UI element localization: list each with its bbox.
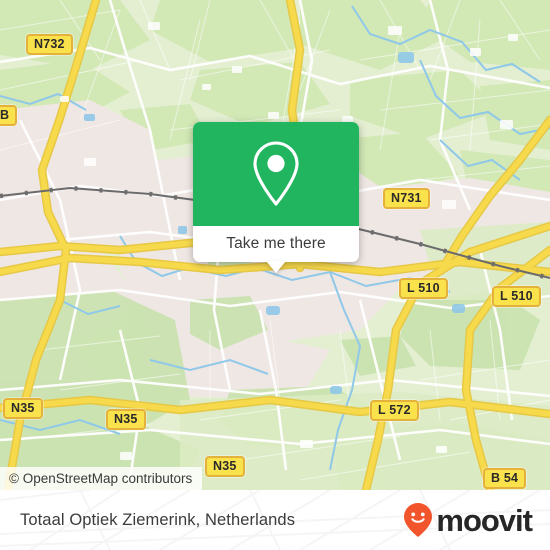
map-pin-icon xyxy=(253,141,299,206)
road-shield: B xyxy=(0,105,18,126)
map-attribution: © OpenStreetMap contributors xyxy=(0,467,203,490)
road-shield: B 54 xyxy=(483,468,527,489)
road-shield: L 510 xyxy=(399,278,448,299)
road-shield: N732 xyxy=(26,34,73,55)
road-shield: N35 xyxy=(3,398,43,419)
poi-card-header xyxy=(193,122,359,226)
map-canvas[interactable]: N732 B N731 L 510 L 510 N35 N35 L 572 N3… xyxy=(0,0,550,490)
footer-bar: Totaal Optiek Ziemerink, Netherlands moo… xyxy=(0,490,550,550)
moovit-logo[interactable]: moovit xyxy=(403,502,533,538)
attribution-text: © OpenStreetMap contributors xyxy=(9,471,193,486)
road-shield: L 510 xyxy=(492,286,541,307)
road-shield: N35 xyxy=(106,409,146,430)
moovit-smiley-pin-icon xyxy=(404,503,433,537)
road-shield: N35 xyxy=(205,456,245,477)
road-shield: N731 xyxy=(383,188,430,209)
poi-card-pointer xyxy=(266,261,286,273)
poi-popup-card[interactable]: Take me there xyxy=(193,122,359,273)
moovit-wordmark: moovit xyxy=(436,502,533,538)
road-shield: L 572 xyxy=(370,400,419,421)
page-title: Totaal Optiek Ziemerink, Netherlands xyxy=(20,510,296,529)
take-me-there-button[interactable]: Take me there xyxy=(193,226,359,262)
